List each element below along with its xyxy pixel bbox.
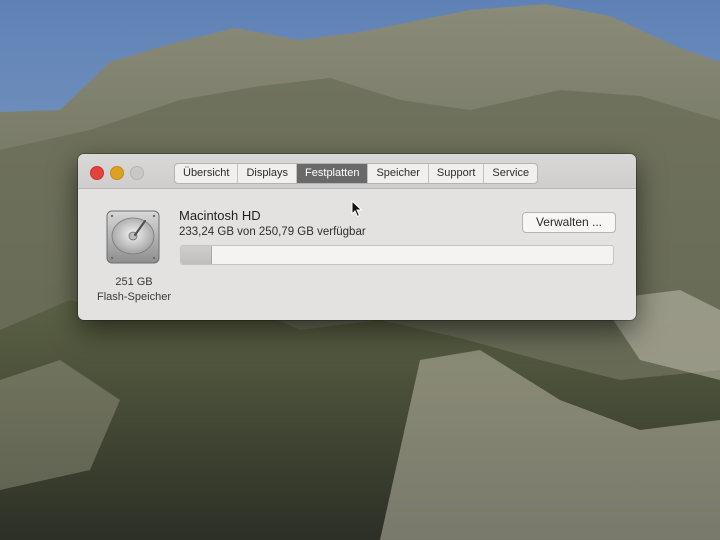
close-button[interactable] [90, 166, 104, 180]
volume-name: Macintosh HD [179, 208, 261, 223]
tab-service[interactable]: Service [484, 164, 537, 183]
tab-displays[interactable]: Displays [238, 164, 298, 183]
hard-drive-icon [106, 210, 160, 264]
tab-bar: Übersicht Displays Festplatten Speicher … [174, 163, 539, 184]
volume-usage: 233,24 GB von 250,79 GB verfügbar [179, 226, 366, 238]
manage-button[interactable]: Verwalten ... [522, 212, 616, 233]
about-this-mac-window: Übersicht Displays Festplatten Speicher … [78, 154, 636, 320]
tab-overview[interactable]: Übersicht [175, 164, 239, 183]
tab-memory[interactable]: Speicher [368, 164, 429, 183]
window-titlebar: Übersicht Displays Festplatten Speicher … [78, 154, 636, 189]
tab-storage[interactable]: Festplatten [297, 164, 369, 183]
storage-used-segment [181, 246, 213, 264]
mouse-pointer-icon [351, 200, 363, 218]
disk-capacity: 251 GB [115, 276, 153, 288]
storage-usage-bar [180, 245, 614, 265]
zoom-button[interactable] [130, 166, 144, 180]
tab-support[interactable]: Support [429, 164, 485, 183]
minimize-button[interactable] [110, 166, 124, 180]
disk-type: Flash-Speicher [97, 291, 171, 303]
